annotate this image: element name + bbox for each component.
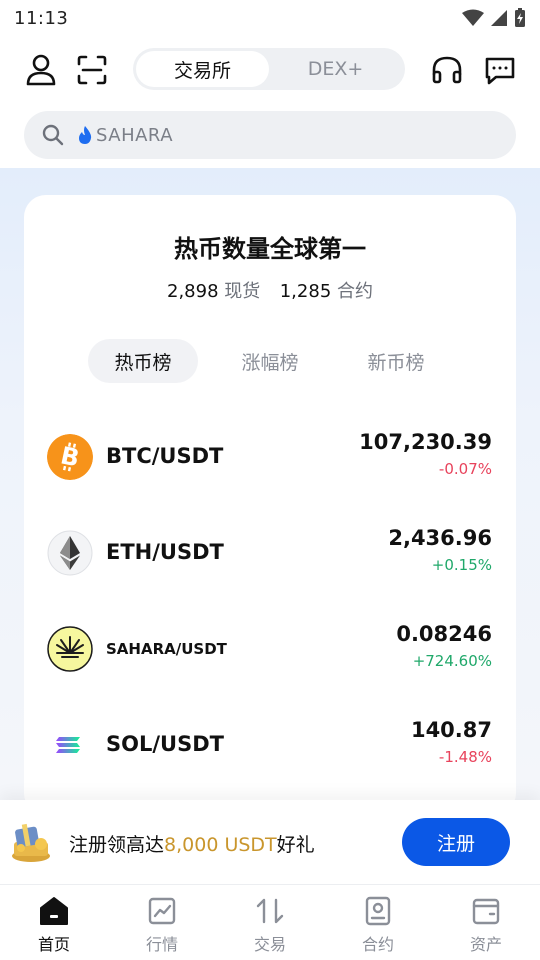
last-price: 2,436.96 bbox=[388, 526, 492, 550]
tab-gainers[interactable]: 涨幅榜 bbox=[220, 339, 320, 383]
market-row-sol[interactable]: SOL/USDT 140.87 -1.48% bbox=[24, 714, 516, 774]
top-bar: 交易所 DEX+ bbox=[0, 44, 540, 96]
promo-text-before: 注册领高达 bbox=[69, 834, 165, 856]
wifi-icon bbox=[462, 9, 484, 26]
price-change: +724.60% bbox=[412, 652, 492, 670]
futures-icon bbox=[365, 896, 391, 926]
battery-icon bbox=[515, 8, 525, 27]
tab-label: 行情 bbox=[145, 935, 178, 954]
futures-count: 1,285 bbox=[279, 281, 332, 302]
price-change: -0.07% bbox=[438, 460, 492, 478]
home-icon bbox=[40, 897, 68, 925]
headset-icon bbox=[432, 56, 462, 84]
ranking-tabs: 热币榜 涨幅榜 新币榜 bbox=[24, 339, 516, 385]
search-bar[interactable]: SAHARA bbox=[24, 111, 516, 159]
flame-icon bbox=[79, 126, 92, 144]
support-button[interactable] bbox=[427, 50, 467, 90]
status-time: 11:13 bbox=[14, 7, 69, 29]
last-price: 107,230.39 bbox=[359, 430, 492, 454]
futures-label: 合约 bbox=[337, 281, 373, 302]
message-icon bbox=[485, 57, 515, 85]
scan-button[interactable] bbox=[72, 50, 112, 90]
tab-futures[interactable]: 合约 bbox=[324, 893, 432, 955]
card-title: 热币数量全球第一 bbox=[174, 235, 366, 263]
coin-counts: 2,898 现货 1,285 合约 bbox=[24, 277, 516, 303]
wallet-icon bbox=[472, 898, 500, 925]
spot-count: 2,898 bbox=[167, 281, 219, 302]
market-row-eth[interactable]: ETH/USDT 2,436.96 +0.15% bbox=[24, 522, 516, 582]
tab-label: 首页 bbox=[37, 935, 70, 954]
price-change: -1.48% bbox=[438, 748, 492, 766]
sol-logo-icon bbox=[47, 722, 93, 768]
segment-dex[interactable]: DEX+ bbox=[269, 51, 402, 87]
status-bar: 11:13 bbox=[0, 0, 540, 36]
search-input[interactable]: SAHARA bbox=[96, 125, 173, 146]
tab-new[interactable]: 新币榜 bbox=[346, 339, 446, 383]
price-change: +0.15% bbox=[431, 556, 492, 574]
tab-label: 合约 bbox=[361, 935, 394, 954]
pair-name: SAHARA/USDT bbox=[106, 640, 227, 658]
btc-logo-icon: B bbox=[47, 434, 93, 480]
register-button[interactable]: 注册 bbox=[402, 818, 510, 866]
eth-logo-icon bbox=[47, 530, 93, 576]
spot-label: 现货 bbox=[224, 281, 261, 302]
user-icon bbox=[26, 54, 56, 86]
tab-markets[interactable]: 行情 bbox=[108, 893, 216, 955]
last-price: 0.08246 bbox=[396, 622, 492, 646]
tab-label: 资产 bbox=[469, 935, 502, 954]
gift-box-icon bbox=[12, 823, 50, 862]
promo-highlight: 8,000 USDT bbox=[164, 834, 277, 856]
messages-button[interactable] bbox=[480, 50, 520, 90]
hot-coins-card: 热币数量全球第一 2,898 现货 1,285 合约 热币榜 涨幅榜 新币榜 B… bbox=[24, 195, 516, 815]
pair-name: BTC/USDT bbox=[106, 444, 224, 468]
tab-assets[interactable]: 资产 bbox=[432, 893, 540, 955]
pair-name: ETH/USDT bbox=[106, 540, 224, 564]
status-icons bbox=[462, 8, 526, 28]
tab-label: 交易 bbox=[253, 935, 286, 954]
tab-trade[interactable]: 交易 bbox=[216, 893, 324, 955]
market-row-sahara[interactable]: SAHARA/USDT 0.08246 +724.60% bbox=[24, 618, 516, 678]
pair-name: SOL/USDT bbox=[106, 732, 224, 756]
trade-arrows-icon bbox=[256, 898, 284, 924]
tab-home[interactable]: 首页 bbox=[0, 893, 108, 955]
promo-text: 注册领高达8,000 USDT好礼 bbox=[69, 830, 315, 857]
market-row-btc[interactable]: B BTC/USDT 107,230.39 -0.07% bbox=[24, 426, 516, 486]
search-icon bbox=[42, 124, 64, 146]
scan-icon bbox=[77, 55, 107, 85]
signal-icon bbox=[491, 10, 507, 26]
bottom-tab-bar: 首页 行情 交易 合约 资产 bbox=[0, 884, 540, 960]
signup-promo-bar: 注册领高达8,000 USDT好礼 注册 bbox=[0, 800, 540, 884]
profile-button[interactable] bbox=[21, 50, 61, 90]
exchange-switch: 交易所 DEX+ bbox=[133, 48, 405, 90]
market-chart-icon bbox=[148, 897, 176, 925]
promo-text-after: 好礼 bbox=[276, 834, 315, 856]
last-price: 140.87 bbox=[410, 718, 492, 742]
tab-hot[interactable]: 热币榜 bbox=[88, 339, 198, 383]
segment-exchange[interactable]: 交易所 bbox=[136, 51, 269, 87]
sahara-logo-icon bbox=[47, 626, 93, 672]
